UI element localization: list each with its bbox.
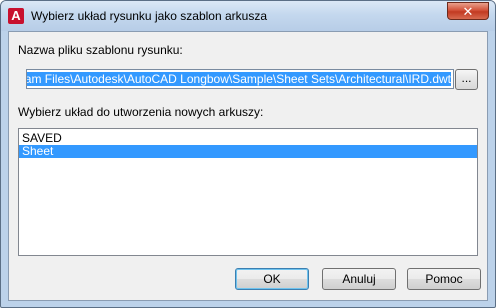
dialog-body: Nazwa pliku szablonu rysunku: \Program F… — [8, 31, 488, 301]
close-icon: ✕ — [462, 4, 474, 19]
layout-listbox[interactable]: SAVED Sheet — [18, 128, 478, 256]
dialog-window: A Wybierz układ rysunku jako szablon ark… — [0, 0, 496, 308]
list-item-saved[interactable]: SAVED — [19, 132, 477, 145]
list-item-sheet[interactable]: Sheet — [19, 145, 477, 158]
title-bar[interactable]: A Wybierz układ rysunku jako szablon ark… — [1, 1, 495, 31]
cancel-button[interactable]: Anuluj — [322, 268, 396, 290]
layout-list-label: Wybierz układ do utworzenia nowych arkus… — [18, 105, 264, 119]
close-button[interactable]: ✕ — [447, 2, 489, 20]
ok-button[interactable]: OK — [235, 268, 309, 290]
browse-button[interactable]: ... — [455, 69, 478, 90]
template-file-input[interactable]: \Program Files\Autodesk\AutoCAD Longbow\… — [26, 69, 454, 89]
autocad-app-icon: A — [8, 8, 24, 24]
window-title: Wybierz układ rysunku jako szablon arkus… — [31, 9, 267, 23]
template-file-label: Nazwa pliku szablonu rysunku: — [18, 43, 183, 57]
template-file-value: \Program Files\Autodesk\AutoCAD Longbow\… — [27, 72, 451, 86]
help-button[interactable]: Pomoc — [407, 268, 481, 290]
